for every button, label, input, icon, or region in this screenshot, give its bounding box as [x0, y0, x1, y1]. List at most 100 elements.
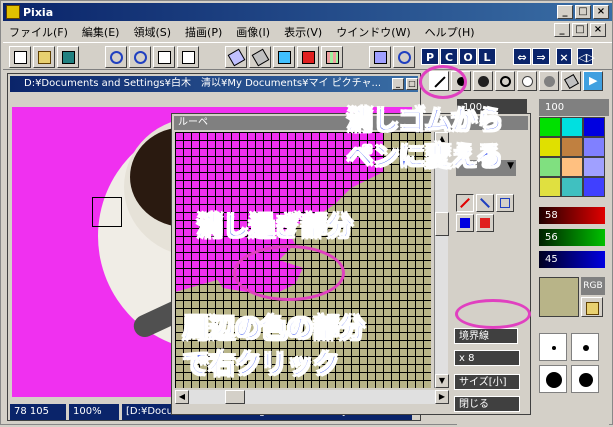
circle-tool-button[interactable]: [517, 71, 537, 91]
paste-button[interactable]: [177, 46, 199, 68]
brush-size-4[interactable]: [571, 365, 599, 393]
p-button[interactable]: P: [421, 48, 439, 65]
redo-icon: [134, 51, 147, 64]
swatch-orange[interactable]: [561, 137, 583, 157]
blur-tool-button[interactable]: [473, 71, 493, 91]
fill-rect-button[interactable]: [456, 214, 474, 232]
red-value[interactable]: 58: [539, 207, 605, 224]
palette-folder-button[interactable]: [581, 297, 603, 317]
menu-draw[interactable]: 描画(P): [185, 24, 222, 40]
swatch-lilac[interactable]: [583, 137, 605, 157]
border-button[interactable]: 境界線: [454, 328, 518, 344]
save-file-button[interactable]: [57, 46, 79, 68]
blue-value[interactable]: 45: [539, 251, 605, 268]
rect-tool-button[interactable]: [496, 194, 514, 212]
menu-selection[interactable]: 領域(S): [133, 24, 171, 40]
fill-tool-button[interactable]: [273, 46, 295, 68]
redo-button[interactable]: [129, 46, 151, 68]
menu-file[interactable]: ファイル(F): [9, 24, 68, 40]
copy-icon: [158, 51, 171, 64]
brush-size-1[interactable]: [539, 333, 567, 361]
loupe-tool-button[interactable]: [393, 46, 415, 68]
undo-icon: [110, 51, 123, 64]
shrink-h-icon: ⇒: [536, 51, 546, 64]
l-button[interactable]: L: [478, 48, 496, 65]
stamp-tool-button[interactable]: [476, 214, 494, 232]
loupe-horizontal-scrollbar[interactable]: ◀ ▶: [175, 390, 449, 404]
line-tool-blue-button[interactable]: [476, 194, 494, 212]
line-tool-red-button[interactable]: [456, 194, 474, 212]
menu-window[interactable]: ウインドウ(W): [336, 24, 410, 40]
rect-icon: [500, 198, 510, 208]
layer-tool-button[interactable]: [297, 46, 319, 68]
c-button[interactable]: C: [440, 48, 458, 65]
tool-options-button[interactable]: ▶: [583, 71, 603, 91]
scroll-down-icon[interactable]: ▼: [435, 374, 449, 388]
smudge-icon: [544, 76, 555, 87]
green-value[interactable]: 56: [539, 229, 605, 246]
close-icon[interactable]: ×: [593, 5, 609, 19]
eraser-tool-button[interactable]: [225, 46, 247, 68]
zoom-factor[interactable]: x 8: [454, 350, 520, 366]
brush-dot-icon: [583, 345, 589, 351]
swatch-cyan[interactable]: [561, 117, 583, 137]
menu-edit[interactable]: 編集(E): [82, 24, 120, 40]
maximize-icon[interactable]: □: [575, 5, 591, 19]
minimize-icon[interactable]: _: [557, 5, 573, 19]
shrink-h-button[interactable]: ⇒: [532, 48, 550, 65]
transform-tool-button[interactable]: [369, 46, 391, 68]
eraser-tool-2-button[interactable]: [249, 46, 271, 68]
scroll-left-icon[interactable]: ◀: [175, 390, 189, 404]
loupe-selection-box[interactable]: [92, 197, 122, 227]
status-coords: 78 105: [10, 404, 66, 420]
eraser-icon: [227, 48, 246, 67]
swatch-khaki[interactable]: [539, 177, 561, 197]
swatch-yellow[interactable]: [539, 137, 561, 157]
swap-icon: ◁▷: [578, 51, 595, 64]
brush-size-2[interactable]: [571, 333, 599, 361]
floppy-icon: [62, 51, 75, 64]
rgb-toggle[interactable]: RGB: [581, 277, 605, 295]
scroll-thumb-v[interactable]: [435, 212, 449, 236]
doc-restore-icon[interactable]: □: [572, 23, 588, 37]
annotation-eraser-to-pen-2: ペンに変える: [346, 142, 503, 172]
rotate-icon: [500, 76, 511, 87]
scroll-thumb-h[interactable]: [225, 390, 245, 404]
doc-win-max-icon[interactable]: □: [406, 78, 418, 90]
menu-image[interactable]: 画像(I): [236, 24, 270, 40]
scroll-right-icon[interactable]: ▶: [435, 390, 449, 404]
expand-h-button[interactable]: ⇔: [513, 48, 531, 65]
mosaic-tool-button[interactable]: [321, 46, 343, 68]
doc-minimize-icon[interactable]: _: [554, 23, 570, 37]
cross-button[interactable]: ×: [556, 48, 572, 65]
document-title[interactable]: D:¥Documents and Settings¥白木 清以¥My Docum…: [10, 76, 418, 92]
undo-button[interactable]: [105, 46, 127, 68]
close-loupe-button[interactable]: 閉じる: [454, 396, 520, 412]
rotate-tool-button[interactable]: [495, 71, 515, 91]
swatch-teal[interactable]: [561, 177, 583, 197]
size-button[interactable]: サイズ[小]: [454, 374, 520, 390]
swatch-light-green[interactable]: [539, 157, 561, 177]
new-file-button[interactable]: [9, 46, 31, 68]
open-file-button[interactable]: [33, 46, 55, 68]
eraser-small-button[interactable]: [561, 71, 581, 91]
o-button[interactable]: O: [459, 48, 477, 65]
doc-win-min-icon[interactable]: _: [392, 78, 404, 90]
menu-help[interactable]: ヘルプ(H): [425, 24, 475, 40]
swap-button[interactable]: ◁▷: [577, 48, 595, 65]
loupe-controls: ▼ 境界線 x 8 サイズ[小] 閉じる: [454, 132, 528, 412]
brush-size-3[interactable]: [539, 365, 567, 393]
swatch-blue[interactable]: [583, 117, 605, 137]
swatch-royal[interactable]: [583, 177, 605, 197]
swatch-green[interactable]: [539, 117, 561, 137]
swatch-pale-blue[interactable]: [583, 157, 605, 177]
menu-view[interactable]: 表示(V): [284, 24, 322, 40]
smudge-tool-button[interactable]: [539, 71, 559, 91]
annotation-right-click-2: で右クリック: [182, 350, 340, 380]
copy-button[interactable]: [153, 46, 175, 68]
eraser-small-icon: [563, 73, 580, 90]
doc-close-icon[interactable]: ×: [590, 23, 606, 37]
swatch-peach[interactable]: [561, 157, 583, 177]
density-value[interactable]: 100: [539, 99, 609, 116]
title-bar[interactable]: Pixia _ □ ×: [3, 3, 612, 21]
